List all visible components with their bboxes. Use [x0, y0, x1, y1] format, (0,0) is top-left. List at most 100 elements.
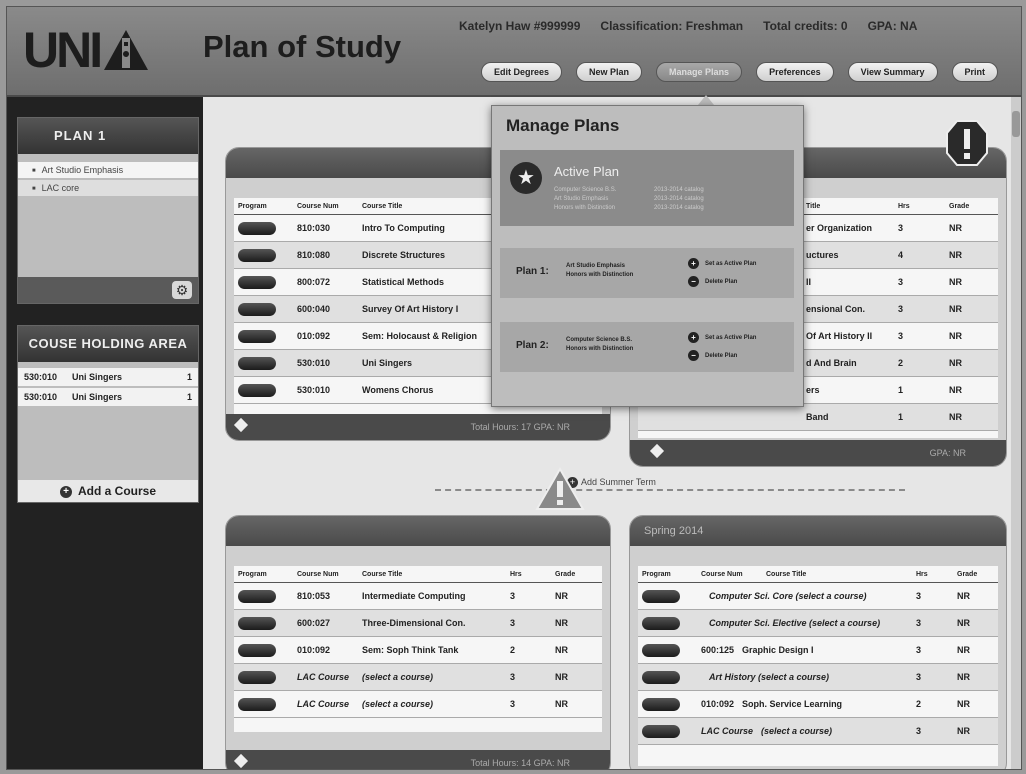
delete-plan-button[interactable]: − Delete Plan — [688, 350, 737, 361]
program-toggle[interactable] — [238, 589, 276, 603]
edit-degrees-button[interactable]: Edit Degrees — [481, 62, 563, 82]
program-toggle[interactable] — [642, 697, 680, 711]
course-grade: NR — [945, 241, 998, 269]
term-totals: GPA: NR — [929, 448, 966, 458]
program-toggle[interactable] — [238, 302, 276, 316]
scrollbar[interactable] — [1011, 97, 1021, 769]
popup-pointer — [698, 95, 714, 105]
col-header: Course Title — [762, 566, 912, 583]
warning-icon[interactable] — [945, 119, 989, 167]
col-header: Program — [234, 566, 293, 583]
program-toggle[interactable] — [238, 356, 276, 370]
program-toggle[interactable] — [238, 221, 276, 235]
course-hrs: 1 — [894, 403, 945, 431]
course-row[interactable]: 600:125 Graphic Design I 3 NR — [638, 636, 998, 664]
course-row[interactable]: LAC Course (select a course) 3 NR — [234, 690, 602, 718]
course-grade: NR — [945, 376, 998, 404]
program-toggle[interactable] — [642, 589, 680, 603]
course-row[interactable]: Art History (select a course) 3 NR — [638, 663, 998, 691]
warning-icon[interactable] — [535, 467, 585, 511]
course-row[interactable]: 810:053 Intermediate Computing 3 NR — [234, 582, 602, 610]
program-toggle[interactable] — [642, 643, 680, 657]
header: UNI Plan of Study Katelyn Haw #999999 Cl… — [7, 7, 1021, 97]
program-toggle[interactable] — [238, 616, 276, 630]
course-row[interactable]: LAC Course (select a course) 3 NR — [234, 663, 602, 691]
program-toggle[interactable] — [238, 697, 276, 711]
star-icon: ★ — [510, 162, 542, 194]
course-row[interactable]: 600:027 Three-Dimensional Con. 3 NR — [234, 609, 602, 637]
delete-plan-button[interactable]: − Delete Plan — [688, 276, 737, 287]
course-row[interactable]: LAC Course (select a course) 3 NR — [638, 717, 998, 745]
program-toggle[interactable] — [238, 670, 276, 684]
term-footer: GPA: NR — [630, 440, 1006, 466]
active-plan-card: ★ Active Plan Computer Science B.S. 2013-… — [500, 150, 794, 226]
col-header: Grade — [953, 566, 998, 583]
set-active-plan-button[interactable]: + Set as Active Plan — [688, 258, 756, 269]
program-cell — [638, 717, 697, 745]
course-hrs: 3 — [912, 636, 953, 664]
course-row[interactable]: 010:092 Sem: Soph Think Tank 2 NR — [234, 636, 602, 664]
program-cell — [234, 690, 293, 718]
program-toggle[interactable] — [238, 383, 276, 397]
course-num: LAC Course — [701, 726, 754, 736]
plan-title: PLAN 1 — [18, 118, 198, 154]
program-toggle[interactable] — [238, 643, 276, 657]
set-active-plan-button[interactable]: + Set as Active Plan — [688, 332, 756, 343]
program-toggle[interactable] — [238, 248, 276, 262]
diamond-icon[interactable] — [649, 443, 665, 459]
course-grade: NR — [945, 295, 998, 323]
add-course-label: Add a Course — [77, 484, 156, 498]
plus-icon: + — [688, 332, 699, 343]
gear-icon[interactable]: ⚙ — [172, 281, 192, 299]
program-toggle[interactable] — [238, 329, 276, 343]
manage-plans-button[interactable]: Manage Plans — [656, 62, 743, 82]
course-row[interactable]: Computer Sci. Core (select a course) 3 NR — [638, 582, 998, 610]
diamond-icon[interactable] — [233, 753, 249, 769]
program-cell — [638, 663, 697, 691]
course-grade: NR — [945, 268, 998, 296]
new-plan-button[interactable]: New Plan — [576, 62, 643, 82]
delete-plan-label: Delete Plan — [705, 278, 738, 285]
course-grade: NR — [551, 609, 602, 637]
preferences-button[interactable]: Preferences — [756, 62, 834, 82]
course-num: 010:092 — [293, 636, 358, 664]
nav-buttons: Edit Degrees New Plan Manage Plans Prefe… — [481, 62, 999, 82]
course-grade: NR — [953, 717, 998, 745]
add-course-button[interactable]: + Add a Course — [18, 480, 198, 502]
course-row[interactable]: Computer Sci. Elective (select a course)… — [638, 609, 998, 637]
course-title: Computer Sci. Elective (select a course) — [709, 618, 881, 628]
program-cell — [234, 636, 293, 664]
course-row[interactable]: Band 1 NR — [638, 403, 998, 431]
popup-title: Manage Plans — [506, 116, 620, 135]
program-cell — [638, 582, 697, 610]
program-toggle[interactable] — [238, 275, 276, 289]
catalog-year: 2013-2014 catalog — [654, 187, 704, 193]
course-hrs: 1 — [894, 376, 945, 404]
holding-row[interactable]: 530:010 Uni Singers 1 — [18, 388, 198, 406]
diamond-icon[interactable] — [233, 417, 249, 433]
plan-desc-line: Art Studio Emphasis — [566, 263, 626, 269]
program-cell — [234, 295, 293, 323]
print-button[interactable]: Print — [951, 62, 999, 82]
course-row[interactable]: 010:092 Soph. Service Learning 2 NR — [638, 690, 998, 718]
program-toggle[interactable] — [642, 616, 680, 630]
course-grade: NR — [953, 636, 998, 664]
view-summary-button[interactable]: View Summary — [847, 62, 938, 82]
plan-row-1: Plan 1: Art Studio Emphasis Honors with … — [500, 248, 794, 298]
program-toggle[interactable] — [642, 670, 680, 684]
course-hrs: 3 — [894, 322, 945, 350]
holding-row[interactable]: 530:010 Uni Singers 1 — [18, 368, 198, 386]
plan-panel: PLAN 1 Art Studio Emphasis LAC core ⚙ — [17, 117, 199, 304]
term-totals: Total Hours: 17 GPA: NR — [470, 422, 570, 432]
summer-divider — [435, 489, 905, 491]
program-toggle[interactable] — [642, 724, 680, 738]
course-hrs: 3 — [894, 295, 945, 323]
term-footer: Total Hours: 14 GPA: NR — [226, 750, 610, 769]
scroll-thumb[interactable] — [1012, 111, 1020, 137]
emphasis-item[interactable]: Art Studio Emphasis — [18, 162, 198, 178]
uni-logo[interactable]: UNI — [23, 25, 150, 75]
delete-plan-label: Delete Plan — [705, 352, 738, 359]
col-header: Program — [234, 198, 293, 215]
course-hrs: 3 — [912, 609, 953, 637]
emphasis-item[interactable]: LAC core — [18, 180, 198, 196]
